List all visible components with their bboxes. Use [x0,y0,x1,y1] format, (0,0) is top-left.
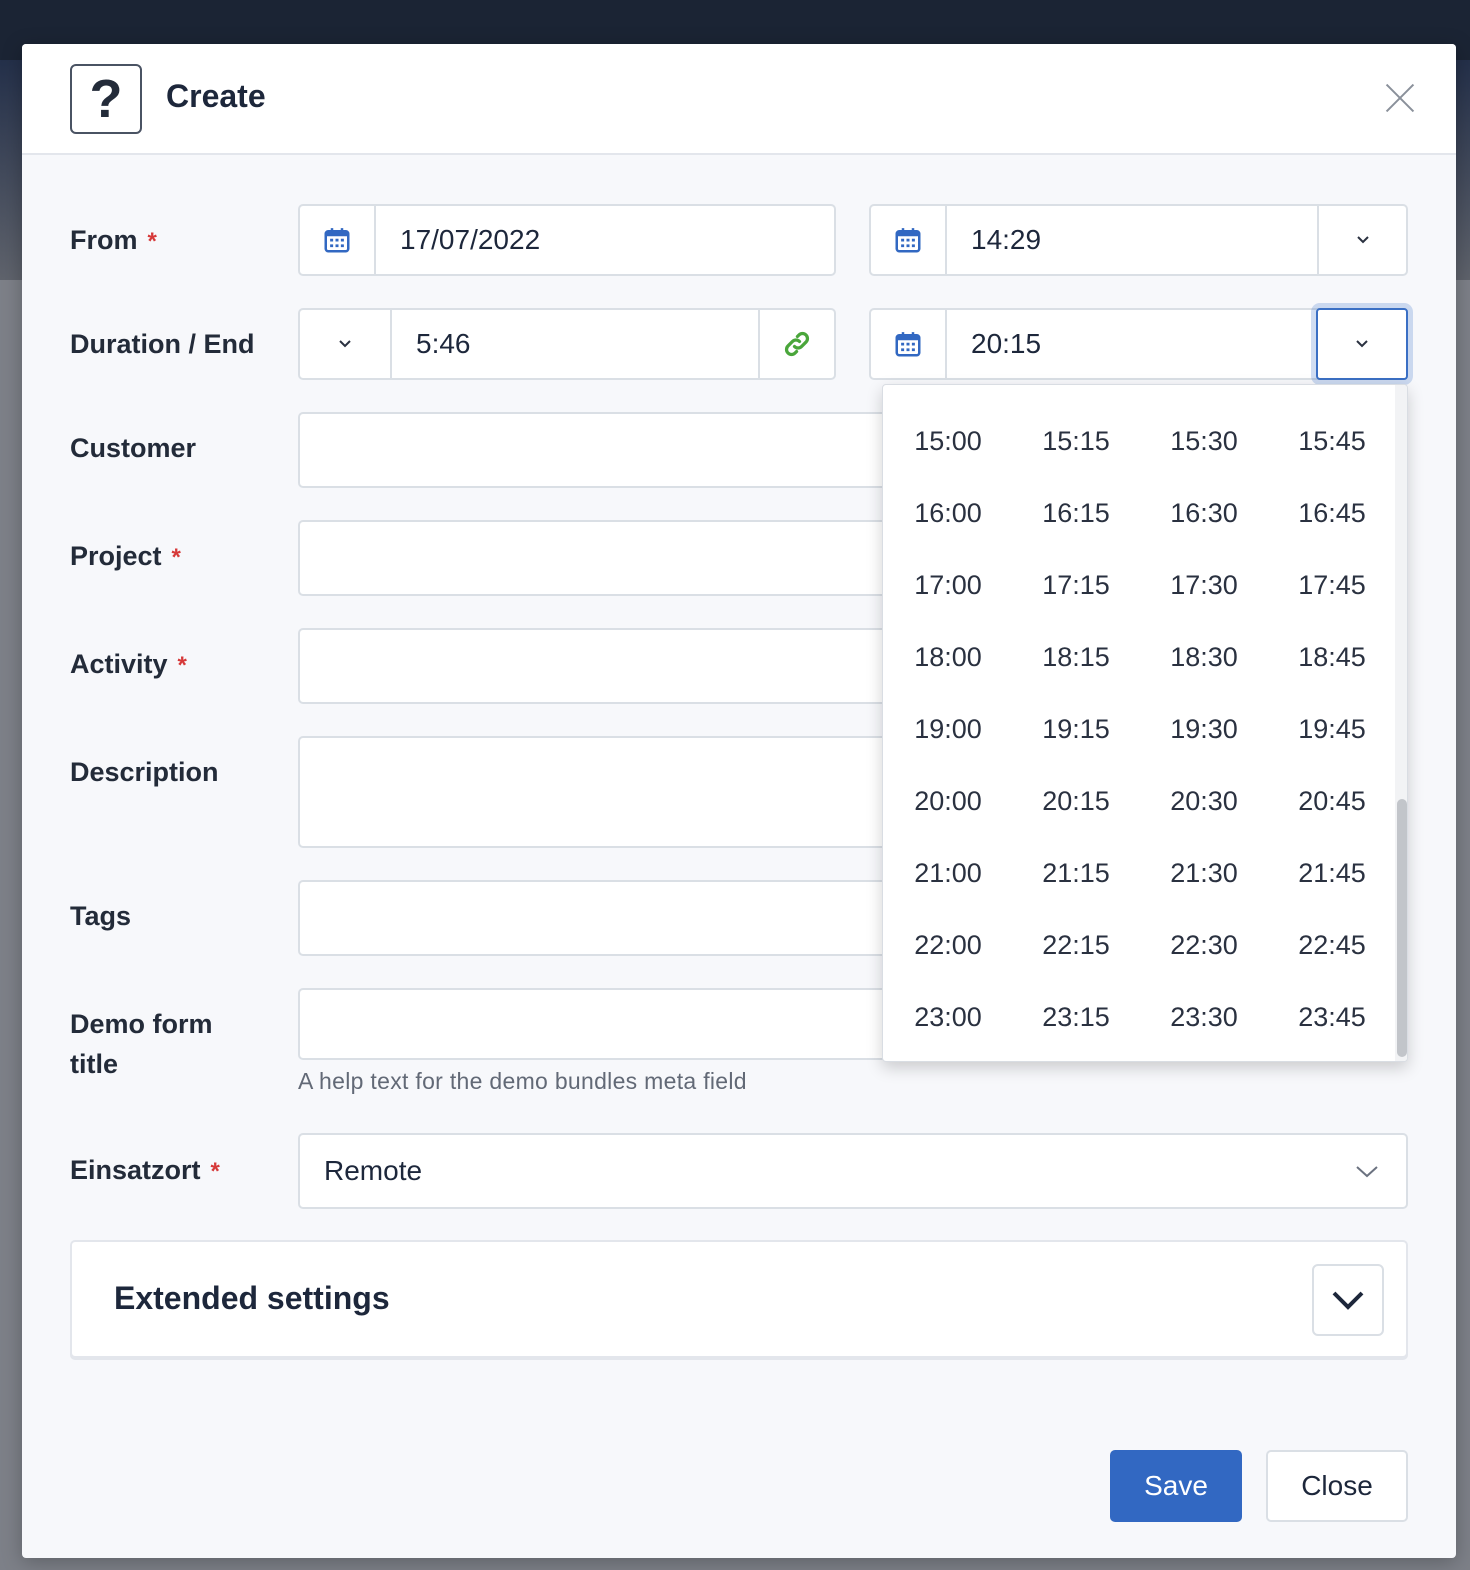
from-date-field[interactable]: 17/07/2022 [298,204,836,276]
time-option[interactable]: 23:45 [1267,981,1395,1053]
modal-title: Create [166,78,266,114]
time-option[interactable]: 18:15 [1011,621,1139,693]
time-option[interactable]: 15:15 [1011,405,1139,477]
time-option[interactable]: 16:15 [1011,477,1139,549]
from-date-value: 17/07/2022 [400,224,541,255]
duration-field[interactable]: 5:46 [298,308,836,380]
time-option[interactable]: 19:15 [1011,693,1139,765]
demo-form-help-text: A help text for the demo bundles meta fi… [298,1068,747,1094]
time-option[interactable]: 15:30 [1139,405,1267,477]
time-option[interactable]: 20:00 [883,765,1011,837]
end-time-value: 20:15 [971,328,1042,359]
end-time-field[interactable]: 20:15 [869,308,1329,380]
time-option[interactable]: 16:00 [883,477,1011,549]
time-option[interactable]: 17:45 [1267,549,1395,621]
einsatzort-value: Remote [324,1155,423,1186]
modal-header: ? Create [22,44,1456,155]
required-marker: * [171,544,181,571]
time-option[interactable]: 18:30 [1139,621,1267,693]
time-options-grid: 15:00 15:15 15:30 15:45 16:00 16:15 16:30 16:45… [883,405,1395,1053]
time-option[interactable]: 22:00 [883,909,1011,981]
from-time-value: 14:29 [971,224,1042,255]
from-date-input[interactable]: 17/07/2022 [376,206,540,274]
required-marker: * [177,652,187,679]
chevron-down-icon[interactable] [1317,206,1406,274]
time-option[interactable]: 23:30 [1139,981,1267,1053]
chevron-down-icon[interactable] [300,310,392,378]
einsatzort-label: Einsatzort * [70,1155,220,1185]
scrollbar-thumb[interactable] [1397,799,1407,1057]
time-option[interactable]: 17:00 [883,549,1011,621]
calendar-icon[interactable] [871,310,947,378]
from-time-field[interactable]: 14:29 [869,204,1408,276]
time-option[interactable]: 21:00 [883,837,1011,909]
time-option[interactable]: 20:45 [1267,765,1395,837]
time-option[interactable]: 22:15 [1011,909,1139,981]
calendar-icon[interactable] [300,206,376,274]
chevron-down-icon [1332,1291,1364,1310]
close-icon[interactable] [1384,82,1416,114]
question-icon: ? [70,64,142,134]
time-option[interactable]: 21:15 [1011,837,1139,909]
time-option[interactable]: 17:15 [1011,549,1139,621]
end-time-dropdown-button[interactable] [1316,308,1408,380]
duration-end-label: Duration / End [70,329,255,359]
time-option[interactable]: 18:00 [883,621,1011,693]
tags-label: Tags [70,901,132,931]
required-marker: * [147,228,157,255]
duration-value: 5:46 [416,328,471,359]
time-option[interactable]: 19:00 [883,693,1011,765]
end-time-input[interactable]: 20:15 [947,310,1041,378]
time-option[interactable]: 15:45 [1267,405,1395,477]
time-option[interactable]: 21:30 [1139,837,1267,909]
time-option[interactable]: 23:15 [1011,981,1139,1053]
time-option[interactable]: 20:30 [1139,765,1267,837]
extended-settings-toggle[interactable] [1312,1264,1384,1336]
demo-form-title-label: Demo form title [70,1009,213,1079]
time-option[interactable]: 15:00 [883,405,1011,477]
duration-input[interactable]: 5:46 [392,310,471,378]
time-option[interactable]: 22:45 [1267,909,1395,981]
time-option[interactable]: 16:45 [1267,477,1395,549]
save-button[interactable]: Save [1110,1450,1242,1522]
from-time-input[interactable]: 14:29 [947,206,1041,274]
time-option[interactable]: 17:30 [1139,549,1267,621]
description-label: Description [70,757,219,787]
time-option[interactable]: 22:30 [1139,909,1267,981]
customer-label: Customer [70,433,197,463]
calendar-icon[interactable] [871,206,947,274]
time-option[interactable]: 18:45 [1267,621,1395,693]
project-label: Project * [70,541,181,571]
einsatzort-value-wrap: Remote [300,1135,422,1207]
extended-settings-panel: Extended settings [70,1240,1408,1358]
required-marker: * [210,1158,220,1185]
time-option[interactable]: 19:45 [1267,693,1395,765]
time-option[interactable]: 23:00 [883,981,1011,1053]
extended-settings-title: Extended settings [114,1280,390,1316]
einsatzort-select[interactable]: Remote [298,1133,1408,1209]
chevron-down-icon [1356,1166,1378,1178]
link-icon[interactable] [758,310,834,378]
chevron-down-icon [1356,340,1368,348]
activity-label: Activity * [70,649,187,679]
time-option[interactable]: 20:15 [1011,765,1139,837]
time-option[interactable]: 16:30 [1139,477,1267,549]
time-picker-dropdown: 15:00 15:15 15:30 15:45 16:00 16:15 16:30 16:45… [882,384,1408,1062]
time-option[interactable]: 21:45 [1267,837,1395,909]
close-button[interactable]: Close [1266,1450,1408,1522]
time-option[interactable]: 19:30 [1139,693,1267,765]
from-label: From * [70,225,157,255]
